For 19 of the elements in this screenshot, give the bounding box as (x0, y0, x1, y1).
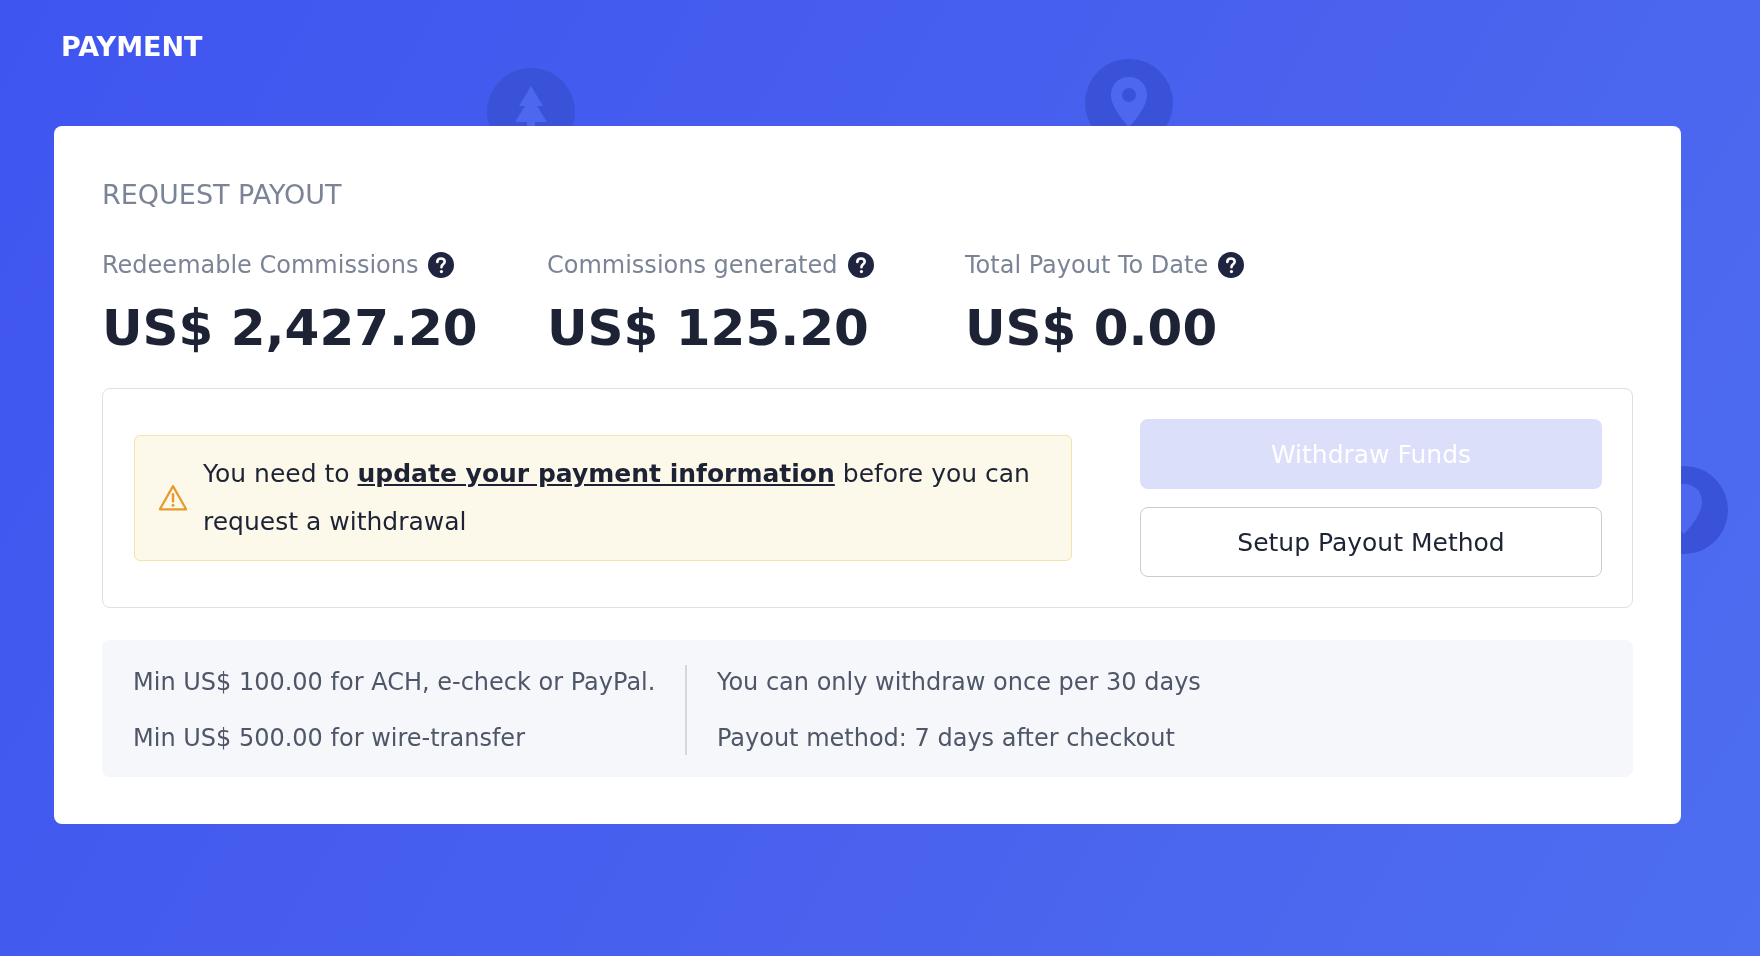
stat-value: US$ 0.00 (965, 298, 1219, 358)
help-icon[interactable] (428, 252, 455, 278)
help-icon[interactable] (847, 252, 874, 278)
stat-label: Total Payout To Date (965, 250, 1209, 280)
stat-value: US$ 125.20 (547, 298, 870, 358)
page-title: PAYMENT (61, 30, 204, 64)
warning-message: You need to update your payment information before you can request a withdrawal (203, 458, 1031, 538)
info-text: Payout method: 7 days after checkout (716, 723, 1176, 754)
card-title: REQUEST PAYOUT (102, 178, 343, 212)
warning-icon (157, 483, 189, 513)
help-icon[interactable] (1218, 252, 1245, 278)
stat-value: US$ 2,427.20 (102, 298, 479, 358)
payment-info-link[interactable]: update your payment information (357, 459, 835, 488)
stat-label: Redeemable Commissions (102, 250, 419, 280)
info-text: Min US$ 500.00 for wire-transfer (133, 723, 526, 754)
stat-label: Commissions generated (547, 250, 838, 280)
info-text: You can only withdraw once per 30 days (716, 667, 1201, 698)
info-text: Min US$ 100.00 for ACH, e-check or PayPal. (133, 667, 656, 698)
setup-button[interactable]: Setup Payout Method (1140, 507, 1602, 577)
